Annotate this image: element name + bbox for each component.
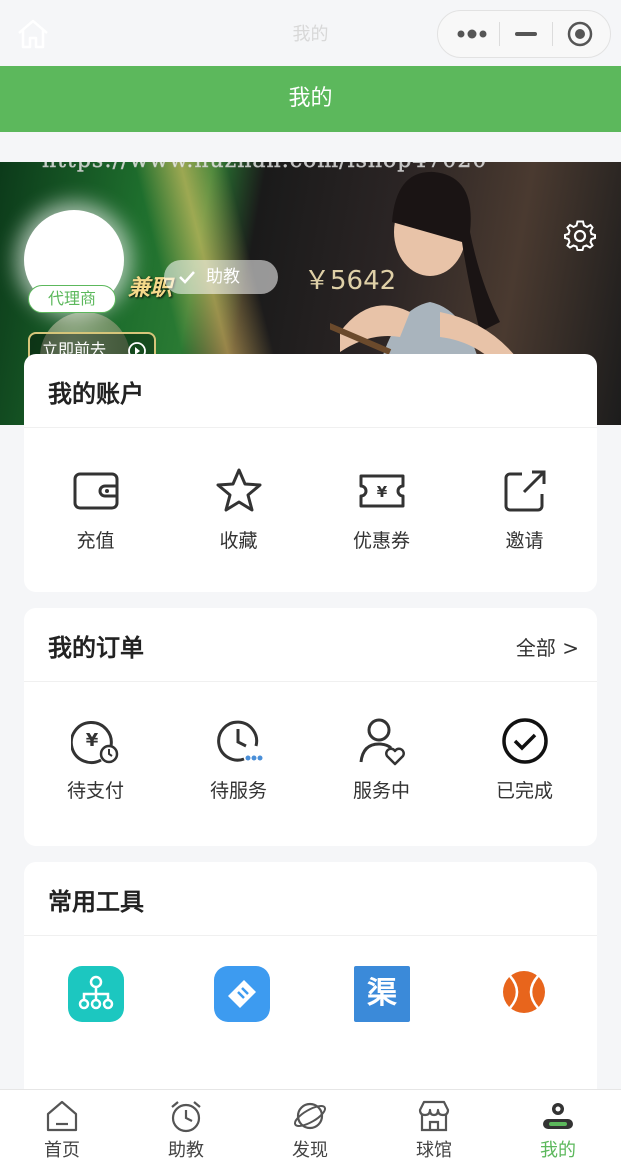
- favorites-item[interactable]: 收藏: [167, 466, 310, 553]
- item-label: 优惠券: [352, 530, 410, 552]
- role-badge: 助教: [164, 260, 278, 294]
- watermark-text: https://www.huzhan.com/ishop47020: [42, 162, 487, 173]
- coupon-item[interactable]: ¥ 优惠券: [310, 466, 453, 553]
- balance-amount: ￥5642: [304, 266, 397, 296]
- minimize-icon[interactable]: [514, 23, 538, 45]
- settings-icon[interactable]: [564, 220, 596, 252]
- coupon-icon: ¥: [359, 474, 404, 508]
- awaiting-service-item[interactable]: 待服务: [167, 716, 310, 803]
- share-icon: [504, 470, 545, 512]
- item-label: 已完成: [495, 780, 553, 802]
- ball-icon[interactable]: [502, 966, 558, 1022]
- store-icon: [418, 1100, 450, 1132]
- org-tree-icon[interactable]: [68, 966, 124, 1022]
- tools-card: 常用工具 渠: [24, 862, 597, 1170]
- home-icon: [46, 1100, 78, 1132]
- item-label: 充值: [76, 530, 115, 552]
- orders-card: 我的订单 全部 > ¥ 待支付 待服务 服务中 已完成: [24, 608, 597, 846]
- role-label: 助教: [206, 267, 240, 287]
- wallet-icon: [73, 472, 118, 510]
- svg-text:¥: ¥: [85, 730, 98, 751]
- tab-label: 助教: [168, 1140, 204, 1161]
- divider: [499, 22, 500, 46]
- user-heart-icon: [359, 718, 405, 766]
- account-card: 我的账户 充值 收藏 ¥ 优惠券 邀请: [24, 354, 597, 592]
- item-label: 服务中: [352, 780, 410, 802]
- invite-item[interactable]: 邀请: [453, 466, 596, 553]
- tab-venue[interactable]: 球馆: [372, 1090, 496, 1170]
- tab-discover[interactable]: 发现: [248, 1090, 372, 1170]
- tab-label: 首页: [44, 1140, 80, 1161]
- divider: [552, 22, 553, 46]
- alarm-clock-icon: [171, 1101, 201, 1133]
- card-title: 我的账户: [48, 380, 144, 408]
- pending-payment-icon: ¥: [70, 721, 118, 764]
- bottom-tab-bar: 首页 助教 发现 球馆 我的: [0, 1089, 621, 1170]
- tab-label: 我的: [540, 1140, 576, 1161]
- item-label: 收藏: [219, 530, 258, 552]
- more-icon[interactable]: [456, 23, 490, 45]
- svg-text:¥: ¥: [376, 483, 387, 501]
- check-circle-icon: [501, 718, 548, 764]
- clock-icon: [216, 720, 262, 762]
- recharge-item[interactable]: 充值: [24, 466, 167, 553]
- page-title: 我的: [288, 86, 333, 111]
- card-header: 常用工具: [24, 862, 597, 936]
- view-all-orders-link[interactable]: 全部 >: [516, 632, 579, 661]
- completed-item[interactable]: 已完成: [453, 716, 596, 803]
- pending-payment-item[interactable]: ¥ 待支付: [24, 716, 167, 803]
- planet-icon: [293, 1102, 327, 1130]
- channel-icon[interactable]: 渠: [354, 966, 410, 1022]
- tab-label: 发现: [292, 1140, 328, 1161]
- ticket-icon[interactable]: [214, 966, 270, 1022]
- item-label: 待服务: [209, 780, 267, 802]
- card-header: 我的账户: [24, 354, 597, 428]
- card-header: 我的订单 全部 >: [24, 608, 597, 682]
- mini-program-capsule: [437, 10, 611, 58]
- card-title: 我的订单: [48, 634, 144, 662]
- page-header: 我的: [0, 66, 621, 132]
- check-icon: [179, 271, 195, 284]
- profile-icon: [543, 1103, 573, 1129]
- tab-label: 球馆: [416, 1140, 452, 1161]
- card-title: 常用工具: [48, 888, 144, 916]
- tab-mine[interactable]: 我的: [496, 1090, 620, 1170]
- item-label: 邀请: [505, 530, 544, 552]
- tab-assistant[interactable]: 助教: [124, 1090, 248, 1170]
- item-label: 待支付: [66, 780, 124, 802]
- close-program-icon[interactable]: [566, 20, 594, 48]
- tab-home[interactable]: 首页: [0, 1090, 124, 1170]
- channel-icon-text: 渠: [367, 976, 397, 1011]
- agent-badge: 代理商: [28, 285, 116, 313]
- star-icon: [216, 468, 261, 512]
- system-bar: 我的: [0, 0, 621, 66]
- in-service-item[interactable]: 服务中: [310, 716, 453, 803]
